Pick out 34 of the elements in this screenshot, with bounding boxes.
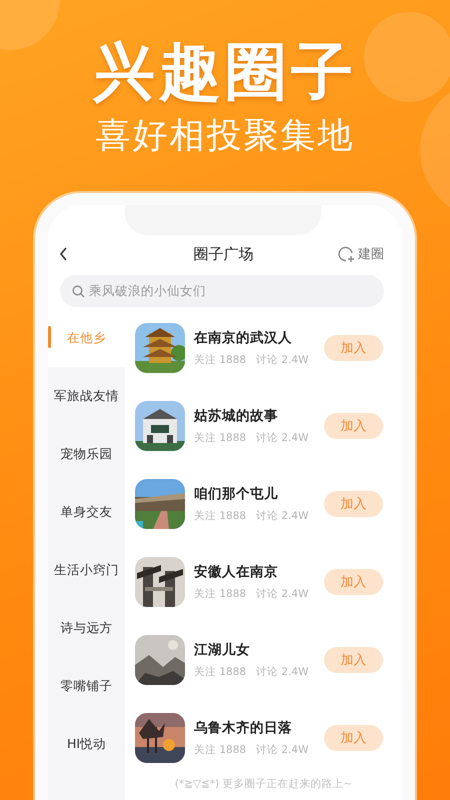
category-tab[interactable]: 零嘴铺子 [48, 657, 125, 715]
circle-name: 江湖儿女 [194, 641, 251, 659]
category-tab[interactable]: 宠物乐园 [48, 425, 125, 483]
follow-count: 关注 1888 [194, 431, 246, 445]
category-tab[interactable]: 在他乡 [48, 309, 125, 367]
more-coming-note: (*≧▽≦*) 更多圈子正在赶来的路上~ [174, 777, 354, 791]
discussion-count: 讨论 2.4W [256, 353, 308, 367]
category-tab[interactable]: 单身交友 [48, 483, 125, 541]
follow-count: 关注 1888 [194, 587, 246, 601]
circle-name: 咱们那个屯儿 [194, 485, 279, 503]
circle-name: 乌鲁木齐的日落 [194, 719, 293, 737]
follow-count: 关注 1888 [194, 665, 246, 679]
hero-title: 兴趣圈子 [93, 36, 357, 108]
discussion-count: 讨论 2.4W [256, 509, 308, 523]
circle-name: 安徽人在南京 [194, 563, 279, 581]
create-circle-link[interactable]: 建圈 [358, 245, 384, 263]
circle-name: 姑苏城的故事 [194, 407, 279, 425]
discussion-count: 讨论 2.4W [256, 665, 308, 679]
discussion-count: 讨论 2.4W [256, 587, 308, 601]
follow-count: 关注 1888 [194, 353, 246, 367]
search-field[interactable]: 乘风破浪的小仙女们 [60, 275, 384, 307]
hero-subtitle: 喜好相投聚集地 [96, 115, 354, 158]
search-icon [72, 284, 85, 298]
category-tab[interactable]: 诗与远方 [48, 599, 125, 657]
follow-count: 关注 1888 [194, 509, 246, 523]
follow-count: 关注 1888 [194, 743, 246, 757]
circle-plus-icon[interactable] [337, 245, 355, 263]
category-tab[interactable]: 生活小窍门 [48, 541, 125, 599]
category-tab[interactable]: 军旅战友情 [48, 367, 125, 425]
page-title: 圈子广场 [192, 244, 254, 264]
circle-name: 在南京的武汉人 [194, 329, 293, 347]
category-tab[interactable]: HI悦动 [48, 715, 125, 773]
discussion-count: 讨论 2.4W [256, 431, 308, 445]
discussion-count: 讨论 2.4W [256, 743, 308, 757]
